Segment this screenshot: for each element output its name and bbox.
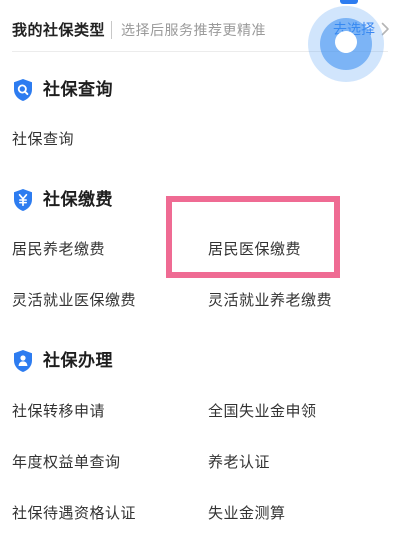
service-resident-pension-payment[interactable]: 居民养老缴费 — [12, 239, 105, 259]
topbar-divider — [111, 21, 112, 39]
section-title-query: 社保查询 — [43, 80, 113, 100]
section-title-payment: 社保缴费 — [43, 190, 113, 210]
service-flexible-medical-payment[interactable]: 灵活就业医保缴费 — [12, 290, 136, 310]
service-annual-statement-query[interactable]: 年度权益单查询 — [12, 452, 121, 472]
service-unemployment-benefit-claim[interactable]: 全国失业金申领 — [208, 401, 317, 421]
touch-indicator-tab — [340, 0, 358, 4]
topbar-hint-text: 选择后服务推荐更精准 — [121, 23, 266, 39]
yuan-shield-icon — [14, 189, 32, 211]
social-security-services-page: 我的社保类型 选择后服务推荐更精准 去选择 社保查询 社保查询 社保缴费 居 — [0, 0, 400, 538]
my-social-security-type-label: 我的社保类型 — [12, 21, 106, 39]
service-flexible-pension-payment[interactable]: 灵活就业养老缴费 — [208, 290, 332, 310]
service-unemployment-benefit-calculator[interactable]: 失业金测算 — [208, 503, 286, 523]
service-transfer-application[interactable]: 社保转移申请 — [12, 401, 105, 421]
search-shield-icon — [14, 79, 32, 101]
service-social-security-query[interactable]: 社保查询 — [12, 129, 74, 149]
service-benefit-eligibility-authentication[interactable]: 社保待遇资格认证 — [12, 503, 136, 523]
service-pension-authentication[interactable]: 养老认证 — [208, 452, 270, 472]
person-shield-icon — [14, 350, 32, 372]
highlight-box — [166, 196, 340, 278]
section-title-handling: 社保办理 — [43, 351, 113, 371]
